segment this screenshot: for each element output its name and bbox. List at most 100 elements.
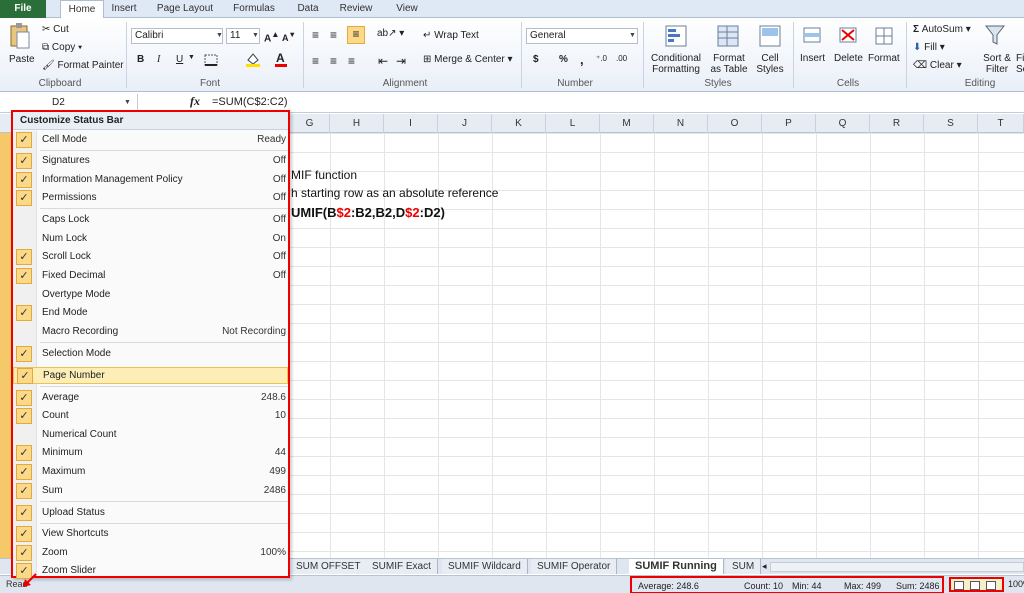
autosum-button[interactable]: Σ AutoSum ▾ bbox=[913, 24, 971, 35]
name-box[interactable]: D2 bbox=[0, 94, 138, 111]
find-select-button[interactable]: Fi Se bbox=[1016, 53, 1024, 75]
decrease-indent-button[interactable]: ⇤ bbox=[378, 54, 388, 68]
sheet-tab[interactable]: SUM bbox=[726, 559, 762, 574]
font-name-select[interactable]: Calibri bbox=[131, 28, 223, 44]
clear-button[interactable]: ⌫ Clear ▾ bbox=[913, 60, 962, 71]
column-header[interactable]: P bbox=[762, 114, 816, 133]
column-header[interactable]: Q bbox=[816, 114, 870, 133]
menu-item-information-management-policy[interactable]: ✓ Information Management Policy Off bbox=[13, 172, 288, 189]
align-left-button[interactable]: ≡ bbox=[312, 54, 319, 68]
menu-item-sum[interactable]: ✓ Sum 2486 bbox=[13, 483, 288, 500]
column-header[interactable]: O bbox=[708, 114, 762, 133]
sheet-tab[interactable]: SUMIF Wildcard bbox=[442, 559, 528, 574]
tab-insert[interactable]: Insert bbox=[108, 0, 140, 18]
column-header[interactable]: G bbox=[290, 114, 330, 133]
normal-view-icon[interactable] bbox=[954, 581, 964, 590]
align-right-button[interactable]: ≡ bbox=[348, 54, 355, 68]
comma-button[interactable]: , bbox=[580, 52, 584, 67]
menu-item-view-shortcuts[interactable]: ✓ View Shortcuts bbox=[13, 526, 288, 543]
menu-item-macro-recording[interactable]: Macro Recording Not Recording bbox=[13, 324, 288, 341]
format-painter-button[interactable]: 🖌 Format Painter bbox=[42, 60, 124, 71]
align-bottom-button[interactable]: ≡ bbox=[347, 26, 365, 44]
insert-cells-icon[interactable] bbox=[800, 24, 824, 48]
copy-button[interactable]: ⧉ Copy ▾ bbox=[42, 42, 82, 53]
column-header[interactable]: S bbox=[924, 114, 978, 133]
format-button[interactable]: Format bbox=[868, 53, 900, 64]
conditional-formatting-button[interactable]: Conditional Formatting bbox=[648, 53, 704, 75]
format-cells-icon[interactable] bbox=[872, 24, 896, 48]
menu-item-zoom-slider[interactable]: ✓ Zoom Slider bbox=[13, 563, 288, 580]
sheet-tab-active[interactable]: SUMIF Running bbox=[629, 559, 724, 574]
menu-item-caps-lock[interactable]: Caps Lock Off bbox=[13, 212, 288, 229]
conditional-formatting-icon[interactable] bbox=[664, 24, 690, 50]
menu-item-signatures[interactable]: ✓ Signatures Off bbox=[13, 153, 288, 170]
grow-font-button[interactable]: A▲ bbox=[264, 29, 279, 44]
bold-button[interactable]: B bbox=[137, 54, 144, 65]
scroll-left-icon[interactable]: ◂ bbox=[762, 561, 767, 572]
increase-indent-button[interactable]: ⇥ bbox=[396, 54, 406, 68]
column-header[interactable]: I bbox=[384, 114, 438, 133]
tab-data[interactable]: Data bbox=[292, 0, 324, 18]
paste-icon[interactable] bbox=[9, 22, 31, 50]
menu-item-overtype-mode[interactable]: Overtype Mode bbox=[13, 287, 288, 304]
menu-item-num-lock[interactable]: Num Lock On bbox=[13, 231, 288, 248]
formula-input[interactable]: =SUM(C$2:C2) bbox=[212, 96, 288, 108]
column-header[interactable]: H bbox=[330, 114, 384, 133]
page-layout-view-icon[interactable] bbox=[970, 581, 980, 590]
cell-styles-button[interactable]: Cell Styles bbox=[752, 53, 788, 75]
column-header[interactable]: J bbox=[438, 114, 492, 133]
merge-center-button[interactable]: ⊞ Merge & Center ▾ bbox=[423, 54, 513, 65]
borders-icon[interactable] bbox=[204, 54, 218, 66]
align-top-button[interactable]: ≡ bbox=[312, 28, 319, 42]
column-header[interactable]: T bbox=[978, 114, 1024, 133]
tab-file[interactable]: File bbox=[0, 0, 46, 18]
align-middle-button[interactable]: ≡ bbox=[330, 28, 337, 42]
italic-button[interactable]: I bbox=[157, 54, 160, 65]
tab-formulas[interactable]: Formulas bbox=[228, 0, 280, 18]
menu-item-upload-status[interactable]: ✓ Upload Status bbox=[13, 505, 288, 522]
tab-page-layout[interactable]: Page Layout bbox=[152, 0, 218, 18]
fill-button[interactable]: ⬇ Fill ▾ bbox=[913, 42, 945, 53]
sheet-tab[interactable]: SUMIF Operator bbox=[531, 559, 618, 574]
format-table-icon[interactable] bbox=[716, 24, 742, 50]
column-header[interactable]: M bbox=[600, 114, 654, 133]
zoom-level[interactable]: 100% bbox=[1008, 579, 1024, 589]
font-color-icon[interactable]: A bbox=[274, 51, 288, 67]
column-header[interactable]: K bbox=[492, 114, 546, 133]
number-format-select[interactable]: General bbox=[526, 28, 638, 44]
sheet-tab[interactable]: SUM OFFSET bbox=[290, 559, 368, 574]
menu-item-average[interactable]: ✓ Average 248.6 bbox=[13, 390, 288, 407]
tab-review[interactable]: Review bbox=[336, 0, 376, 18]
paste-button[interactable]: Paste bbox=[9, 54, 35, 65]
underline-button[interactable]: U bbox=[176, 54, 183, 65]
menu-item-end-mode[interactable]: ✓ End Mode bbox=[13, 305, 288, 322]
menu-item-count[interactable]: ✓ Count 10 bbox=[13, 408, 288, 425]
column-header[interactable]: N bbox=[654, 114, 708, 133]
page-break-view-icon[interactable] bbox=[986, 581, 996, 590]
center-button[interactable]: ≡ bbox=[330, 54, 337, 68]
insert-button[interactable]: Insert bbox=[800, 53, 825, 64]
increase-decimal-button[interactable]: ⁺.0 bbox=[596, 54, 607, 63]
column-header[interactable]: L bbox=[546, 114, 600, 133]
menu-item-permissions[interactable]: ✓ Permissions Off bbox=[13, 190, 288, 207]
menu-item-scroll-lock[interactable]: ✓ Scroll Lock Off bbox=[13, 249, 288, 266]
sheet-tab[interactable]: SUMIF Exact bbox=[366, 559, 438, 574]
sort-filter-button[interactable]: Sort & Filter bbox=[980, 53, 1014, 75]
menu-item-zoom[interactable]: ✓ Zoom 100% bbox=[13, 545, 288, 562]
delete-button[interactable]: Delete bbox=[834, 53, 863, 64]
menu-item-cell-mode[interactable]: ✓ Cell Mode Ready bbox=[13, 132, 288, 149]
tab-home[interactable]: Home bbox=[60, 0, 104, 19]
menu-item-page-number[interactable]: ✓ Page Number bbox=[13, 367, 288, 384]
currency-button[interactable]: $ bbox=[533, 54, 539, 65]
fill-color-icon[interactable] bbox=[245, 51, 261, 67]
shrink-font-button[interactable]: A▼ bbox=[282, 30, 296, 43]
percent-button[interactable]: % bbox=[559, 54, 568, 65]
format-as-table-button[interactable]: Format as Table bbox=[706, 53, 752, 75]
horizontal-scrollbar[interactable] bbox=[770, 562, 1024, 572]
wrap-text-button[interactable]: ↵ Wrap Text bbox=[423, 30, 479, 41]
menu-item-maximum[interactable]: ✓ Maximum 499 bbox=[13, 464, 288, 481]
menu-item-numerical-count[interactable]: Numerical Count bbox=[13, 427, 288, 444]
sort-filter-icon[interactable] bbox=[984, 22, 1008, 48]
menu-item-fixed-decimal[interactable]: ✓ Fixed Decimal Off bbox=[13, 268, 288, 285]
cut-button[interactable]: ✂ Cut bbox=[42, 24, 69, 35]
